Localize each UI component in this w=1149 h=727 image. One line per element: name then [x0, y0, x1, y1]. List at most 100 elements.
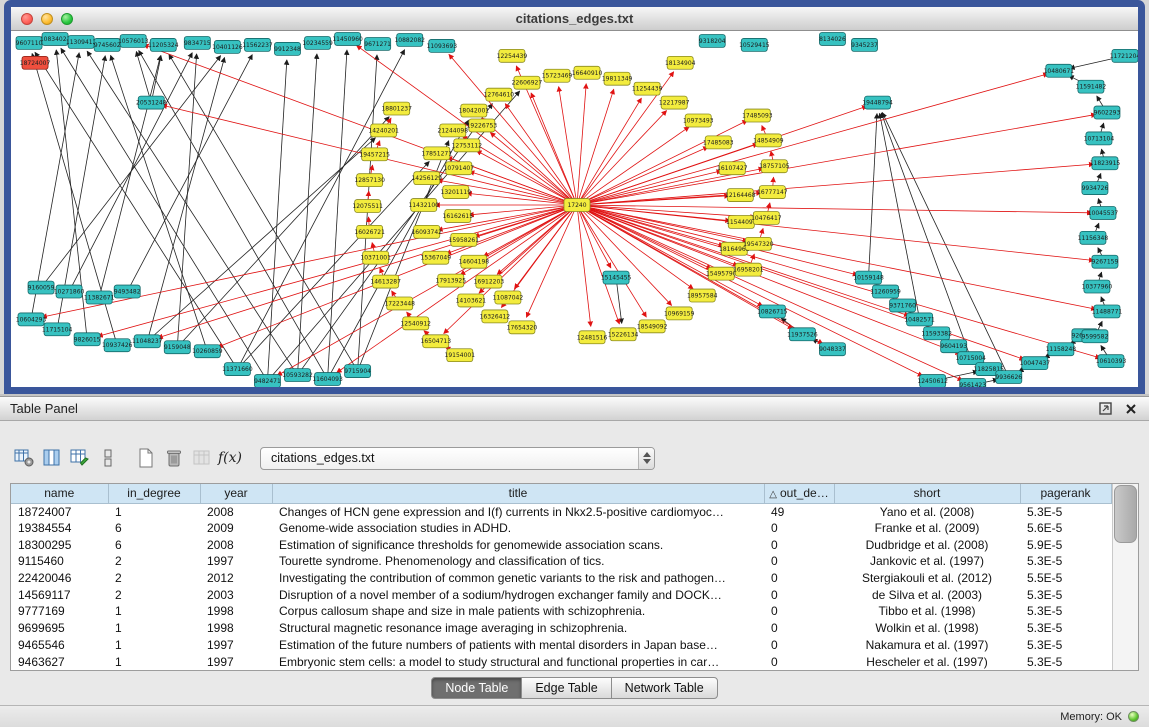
graph-node[interactable]: 18042001	[459, 104, 490, 117]
graph-node[interactable]: 9493482	[114, 285, 141, 298]
graph-node[interactable]: 17851271	[422, 147, 453, 160]
graph-node[interactable]: 12075511	[352, 200, 383, 213]
graph-node[interactable]: 9345237	[851, 38, 878, 51]
graph-node[interactable]: 15226134	[608, 328, 639, 341]
graph-node[interactable]: 9934726	[1082, 182, 1109, 195]
graph-node[interactable]: 9936626	[995, 371, 1022, 384]
graph-node[interactable]: 17240	[564, 199, 590, 212]
graph-node[interactable]: 10377960	[1082, 280, 1113, 293]
network-view-canvas[interactable]: 1724015723469166409101981134911254439122…	[11, 31, 1138, 387]
graph-node[interactable]: 11156348	[1078, 231, 1109, 244]
table-row[interactable]: 911546021997Tourette syndrome. Phenomeno…	[11, 553, 1111, 570]
graph-node[interactable]: 9912348	[274, 42, 301, 55]
graph-node[interactable]: 10610393	[1096, 355, 1127, 368]
column-visibility-button[interactable]	[38, 444, 66, 472]
graph-node[interactable]: 10826715	[757, 305, 788, 318]
graph-node[interactable]: 17913925	[436, 274, 467, 287]
graph-node[interactable]: 10529415	[739, 38, 770, 51]
graph-node[interactable]: 17223448	[384, 297, 415, 310]
graph-node[interactable]: 9159048	[164, 341, 191, 354]
graph-node[interactable]: 11721204	[1110, 49, 1138, 62]
graph-node[interactable]: 16162615	[443, 209, 474, 222]
graph-node[interactable]: 14613287	[370, 275, 401, 288]
graph-node[interactable]: 9267159	[1092, 255, 1119, 268]
graph-node[interactable]: 9599582	[1082, 330, 1109, 343]
graph-node[interactable]: 21244098	[438, 124, 469, 137]
column-header-out_de[interactable]: △out_de…	[764, 484, 834, 503]
table-row[interactable]: 1938455462009Genome-wide association stu…	[11, 520, 1111, 537]
graph-node[interactable]: 12764610	[484, 88, 515, 101]
graph-node[interactable]: 10937426	[102, 339, 133, 352]
graph-node[interactable]: 16958201	[733, 263, 764, 276]
graph-node[interactable]: 15145455	[601, 271, 632, 284]
tab-network-table[interactable]: Network Table	[611, 677, 718, 699]
graph-node[interactable]: 12450612	[917, 375, 948, 387]
graph-node[interactable]: 16326412	[480, 310, 511, 323]
graph-node[interactable]: 12254439	[497, 49, 528, 62]
graph-node[interactable]: 16912203	[474, 275, 505, 288]
graph-node[interactable]: 10047437	[1020, 357, 1051, 370]
graph-node[interactable]: 10260859	[192, 345, 223, 358]
table-row[interactable]: 1830029562008Estimation of significance …	[11, 536, 1111, 553]
graph-node[interactable]: 16026721	[354, 225, 385, 238]
graph-node[interactable]: 22606927	[512, 76, 543, 89]
dropdown-stepper-icon[interactable]	[638, 448, 654, 469]
graph-node[interactable]: 11488771	[1092, 305, 1123, 318]
network-graph[interactable]: 1724015723469166409101981134911254439122…	[11, 31, 1138, 387]
graph-node[interactable]: 19226753	[467, 119, 498, 132]
graph-node[interactable]: 8134026	[819, 32, 846, 45]
graph-node[interactable]: 14256129	[411, 172, 442, 185]
graph-node[interactable]: 11254439	[632, 82, 663, 95]
graph-node[interactable]: 9604193	[940, 340, 967, 353]
graph-node[interactable]: 10045537	[1088, 207, 1119, 220]
graph-node[interactable]: 10482571	[904, 313, 935, 326]
graph-node[interactable]: 18134904	[665, 56, 696, 69]
graph-node[interactable]: 11087042	[493, 291, 524, 304]
column-header-year[interactable]: year	[200, 484, 272, 503]
graph-node[interactable]: 10271860	[54, 285, 85, 298]
graph-node[interactable]: 9715904	[344, 365, 371, 378]
tab-edge-table[interactable]: Edge Table	[521, 677, 611, 699]
graph-node[interactable]: 9602293	[1094, 106, 1121, 119]
table-options-button[interactable]	[10, 444, 38, 472]
graph-node[interactable]: 19547320	[743, 237, 774, 250]
graph-node[interactable]: 18957584	[687, 289, 718, 302]
column-header-in_degree[interactable]: in_degree	[108, 484, 200, 503]
graph-node[interactable]: 11371660	[222, 363, 253, 376]
graph-node[interactable]: 10713104	[1084, 132, 1115, 145]
edit-table-button[interactable]	[66, 444, 94, 472]
graph-node[interactable]: 10476417	[751, 211, 782, 224]
graph-node[interactable]: 17485083	[703, 136, 734, 149]
graph-node[interactable]: 15958261	[449, 233, 480, 246]
graph-node[interactable]: 10234559	[302, 36, 333, 49]
graph-node[interactable]: 18801237	[381, 102, 412, 115]
graph-node[interactable]: 9671271	[364, 37, 391, 50]
graph-node[interactable]: 9318204	[699, 34, 726, 47]
graph-node[interactable]: 14854909	[753, 134, 784, 147]
scrollbar-thumb[interactable]	[1114, 485, 1138, 543]
table-row[interactable]: 1872400712008Changes of HCN gene express…	[11, 503, 1111, 520]
graph-node[interactable]: 18757105	[759, 160, 790, 173]
graph-node[interactable]: 10604293	[16, 313, 47, 326]
graph-node[interactable]: 19457215	[359, 148, 390, 161]
graph-node[interactable]: 9160059	[28, 281, 55, 294]
graph-node[interactable]: 14240201	[368, 124, 399, 137]
graph-node[interactable]: 10791407	[444, 162, 475, 175]
graph-node[interactable]: 10159148	[853, 271, 884, 284]
table-row[interactable]: 1456911722003Disruption of a novel membe…	[11, 586, 1111, 603]
table-vertical-scrollbar[interactable]	[1112, 484, 1139, 670]
graph-node[interactable]: 16093742	[411, 225, 442, 238]
table-selector-dropdown[interactable]: citations_edges.txt	[260, 447, 655, 470]
graph-node[interactable]: 9826015	[74, 333, 101, 346]
table-row[interactable]: 946554611997Estimation of the future num…	[11, 637, 1111, 654]
table-row[interactable]: 977716911998Corpus callosum shape and si…	[11, 603, 1111, 620]
graph-node[interactable]: 10973493	[683, 114, 714, 127]
graph-node[interactable]: 12540912	[400, 317, 431, 330]
graph-node[interactable]: 15367049	[421, 251, 452, 264]
graph-node[interactable]: 12753112	[452, 139, 483, 152]
graph-node[interactable]: 14103621	[456, 294, 487, 307]
graph-node[interactable]: 19811349	[602, 72, 633, 85]
graph-node[interactable]: 10480671	[1044, 64, 1075, 77]
graph-node[interactable]: 11591482	[1076, 80, 1107, 93]
graph-node[interactable]: 11158248	[1046, 343, 1077, 356]
